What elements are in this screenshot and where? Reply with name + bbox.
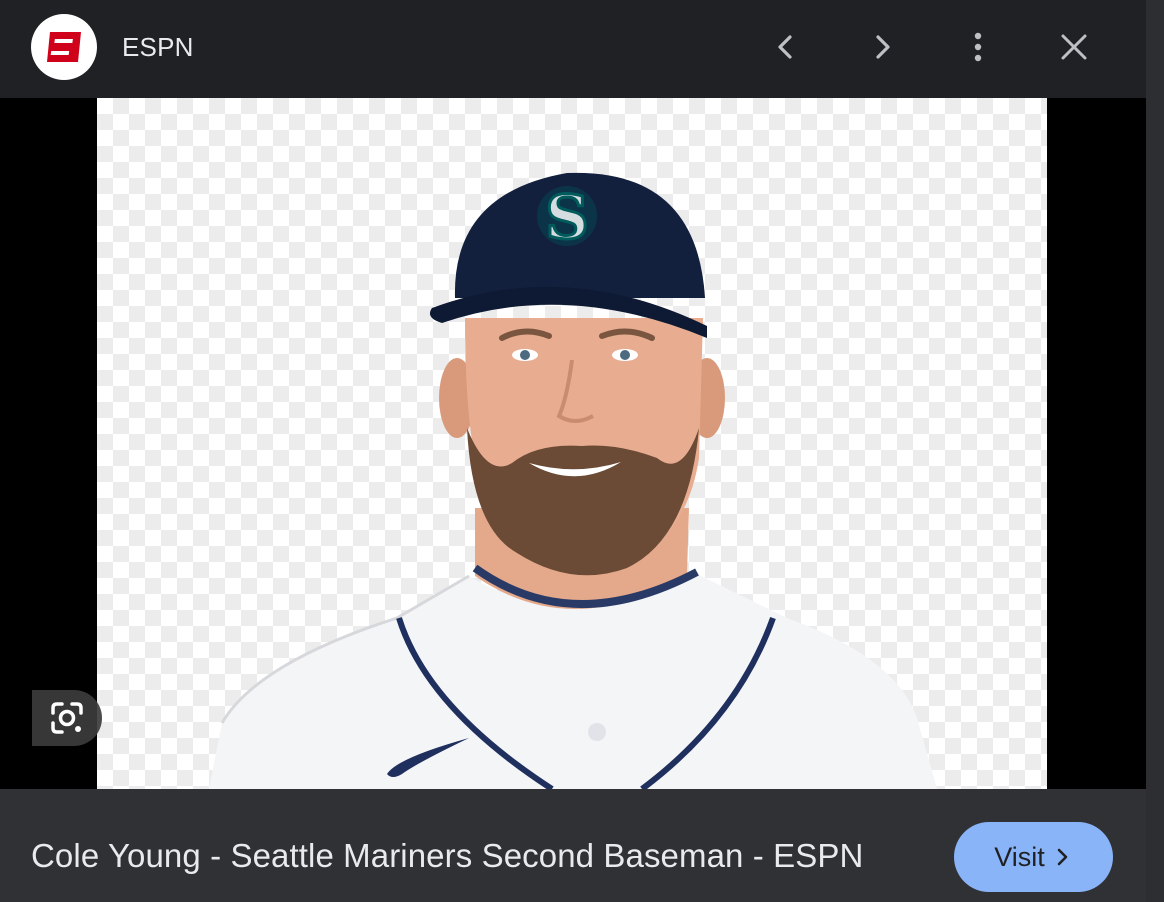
cap-logo-letter: S: [545, 183, 588, 253]
player-photo[interactable]: S: [97, 98, 1047, 789]
espn-logo-icon: [47, 32, 81, 62]
image-viewer-panel: ESPN S Cole Young - Seattle Mariners Sec…: [0, 0, 1164, 902]
chevron-right-icon: [1057, 848, 1068, 866]
more-options-button[interactable]: [954, 23, 1002, 71]
visit-button-label: Visit: [994, 841, 1045, 872]
close-icon: [1061, 34, 1087, 60]
viewer-header: ESPN: [0, 0, 1146, 98]
next-button[interactable]: [858, 23, 906, 71]
viewer-footer: Cole Young - Seattle Mariners Second Bas…: [0, 789, 1146, 902]
image-stage: S: [0, 98, 1146, 789]
google-lens-icon: [51, 702, 83, 734]
chevron-left-icon: [778, 35, 792, 59]
site-name[interactable]: ESPN: [122, 32, 194, 63]
more-vert-icon: [974, 32, 982, 62]
scrollbar-track[interactable]: [1146, 0, 1164, 902]
player-headshot-image: S: [209, 172, 937, 789]
espn-logo[interactable]: [31, 14, 97, 80]
previous-button[interactable]: [762, 23, 810, 71]
chevron-right-icon: [876, 35, 890, 59]
visit-button[interactable]: Visit: [954, 822, 1113, 892]
image-title[interactable]: Cole Young - Seattle Mariners Second Bas…: [31, 837, 863, 875]
google-lens-button[interactable]: [32, 690, 102, 746]
close-button[interactable]: [1050, 23, 1098, 71]
